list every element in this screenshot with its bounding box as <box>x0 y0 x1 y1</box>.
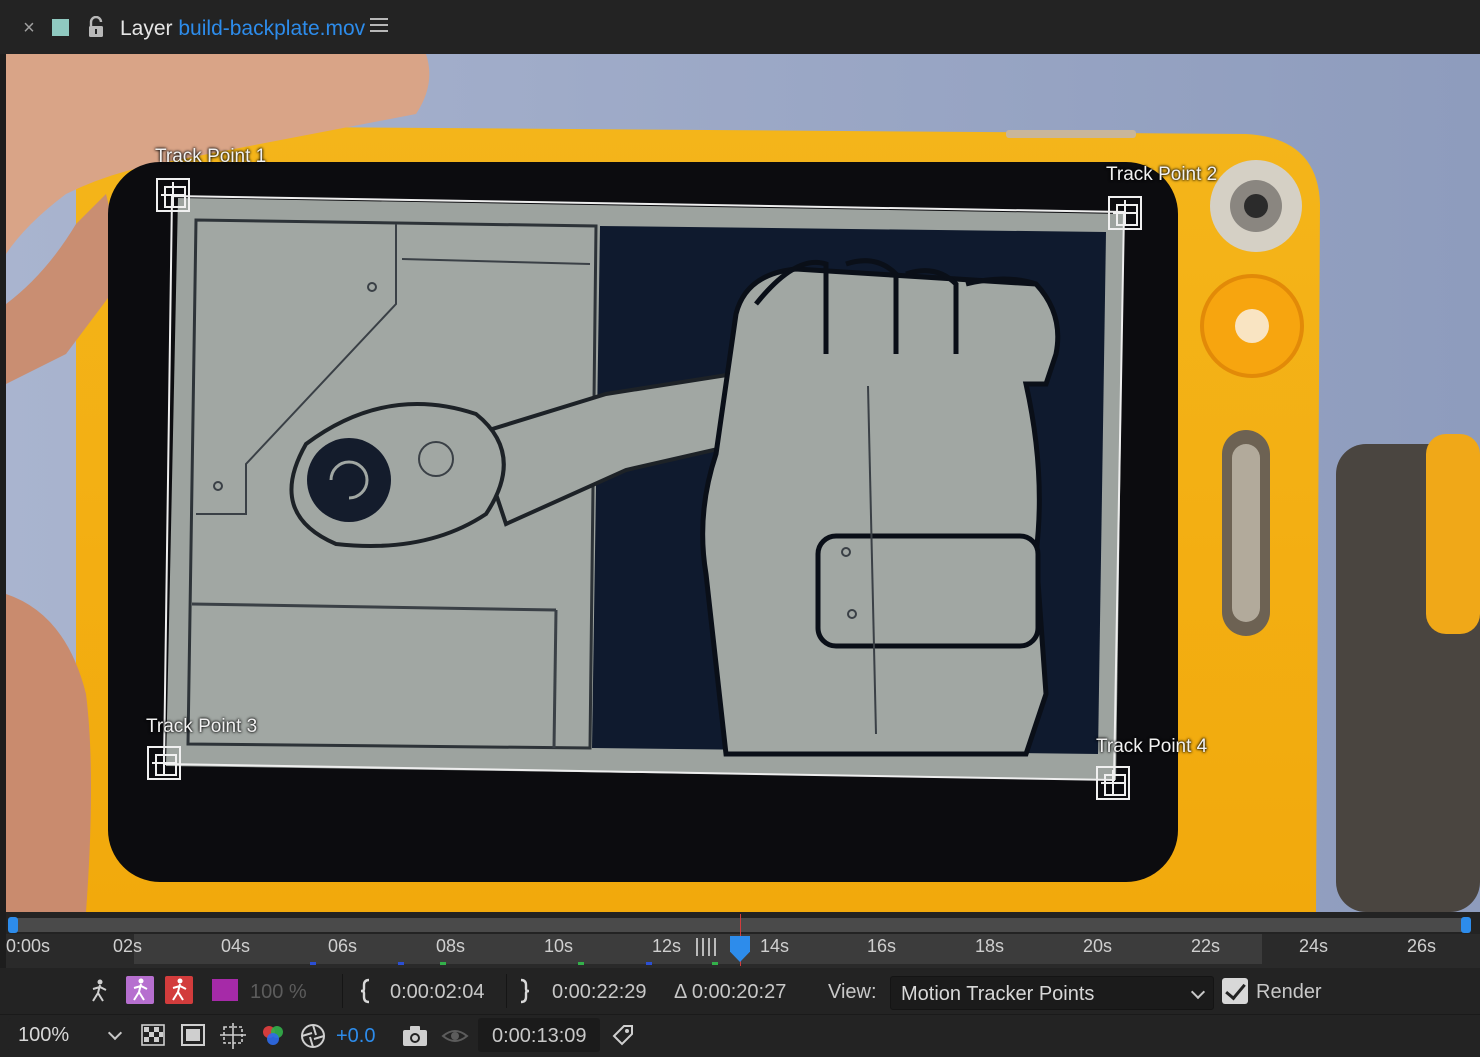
layer-prefix: Layer <box>120 17 173 40</box>
show-snapshot-icon[interactable] <box>440 1022 470 1050</box>
region-of-interest-icon[interactable] <box>180 1023 206 1047</box>
cache-marker <box>646 962 652 965</box>
tick-label: 26s <box>1407 936 1437 956</box>
separator <box>342 974 343 1008</box>
in-point-bracket-icon[interactable] <box>356 976 376 1006</box>
color-channel-icon[interactable] <box>258 1021 288 1051</box>
reset-exposure-icon[interactable] <box>608 1021 638 1051</box>
cache-marker <box>578 962 584 965</box>
lock-icon[interactable] <box>86 15 106 38</box>
motion-path-keyframes-icon[interactable] <box>126 976 154 1004</box>
track-point-2-handle[interactable] <box>1108 196 1142 230</box>
tick-label: 22s <box>1191 936 1221 956</box>
tick-label: 06s <box>328 936 358 956</box>
separator <box>506 974 507 1008</box>
render-label[interactable]: Render <box>1256 980 1322 1004</box>
tick-label: 08s <box>436 936 466 956</box>
viewer-controls-row-1: 100 % 0:00:02:04 0:00:22:29 Δ 0:00:20:27… <box>0 968 1480 1014</box>
layer-name[interactable]: build-backplate.mov <box>178 17 365 40</box>
color-swatch-icon[interactable] <box>212 979 238 1001</box>
motion-path-red-icon[interactable] <box>165 976 193 1004</box>
out-point-bracket-icon[interactable] <box>514 976 534 1006</box>
tick-label: 24s <box>1299 936 1329 956</box>
layer-label-color-swatch[interactable] <box>52 19 69 36</box>
track-point-1-handle[interactable] <box>156 178 190 212</box>
render-checkbox[interactable] <box>1222 978 1248 1004</box>
current-time-field[interactable]: 0:00:13:09 <box>478 1018 600 1052</box>
chevron-down-icon <box>1190 984 1206 1000</box>
cache-marker <box>712 962 718 965</box>
tick-label: 18s <box>975 936 1005 956</box>
exposure-icon[interactable] <box>298 1021 328 1051</box>
toggle-mask-icon[interactable] <box>218 1021 248 1051</box>
layer-viewer[interactable]: Track Point 1 Track Point 2 Track Point … <box>6 54 1480 912</box>
tick-label: 14s <box>760 936 790 956</box>
cache-marker <box>398 962 404 965</box>
transparency-grid-icon[interactable] <box>140 1023 166 1047</box>
tick-label: 02s <box>113 936 143 956</box>
panel-header: × Layer build-backplate.mov <box>0 0 1480 54</box>
opacity-value[interactable]: 100 % <box>250 980 307 1004</box>
tick-label: 04s <box>221 936 251 956</box>
panel-title: Layer build-backplate.mov <box>120 16 365 42</box>
out-point-time[interactable]: 0:00:22:29 <box>552 980 647 1004</box>
tick-label: 10s <box>544 936 574 956</box>
time-navigator[interactable]: 0:00s 02s 04s 06s 08s 10s 12s 14s 16s 18… <box>6 912 1480 968</box>
tick-label: 0:00s <box>6 936 51 956</box>
navigator-end-handle[interactable] <box>1461 917 1471 933</box>
keyframe-markers <box>696 938 716 956</box>
cache-marker <box>440 962 446 965</box>
track-point-1-label: Track Point 1 <box>155 146 267 167</box>
view-dropdown-value: Motion Tracker Points <box>901 983 1095 1005</box>
tick-label: 16s <box>867 936 897 956</box>
chevron-down-icon <box>107 1025 123 1041</box>
viewer-controls-row-2: 100% +0.0 0:00:13:09 <box>0 1014 1480 1057</box>
view-label: View: <box>828 981 877 1003</box>
magnification-value: 100% <box>18 1024 70 1046</box>
view-dropdown[interactable]: Motion Tracker Points <box>890 976 1214 1010</box>
footage-frame <box>6 54 1480 912</box>
close-icon[interactable]: × <box>20 17 38 39</box>
exposure-value[interactable]: +0.0 <box>336 1024 375 1048</box>
magnification-dropdown[interactable]: 100% <box>8 1018 130 1052</box>
track-point-3-label: Track Point 3 <box>146 716 258 737</box>
tick-label: 12s <box>652 936 682 956</box>
time-navigator-bar[interactable] <box>14 918 1468 932</box>
panel-menu-icon[interactable] <box>370 18 388 36</box>
in-point-time[interactable]: 0:00:02:04 <box>390 980 485 1004</box>
track-point-2-label: Track Point 2 <box>1106 164 1218 185</box>
track-point-4-label: Track Point 4 <box>1096 736 1208 757</box>
track-point-4-handle[interactable] <box>1096 766 1130 800</box>
duration-time: Δ 0:00:20:27 <box>674 981 787 1003</box>
track-point-3-handle[interactable] <box>147 746 181 780</box>
cache-marker <box>310 962 316 965</box>
tick-label: 20s <box>1083 936 1113 956</box>
navigator-start-handle[interactable] <box>8 917 18 933</box>
snapshot-icon[interactable] <box>400 1022 430 1050</box>
motion-path-icon[interactable] <box>86 978 112 1004</box>
